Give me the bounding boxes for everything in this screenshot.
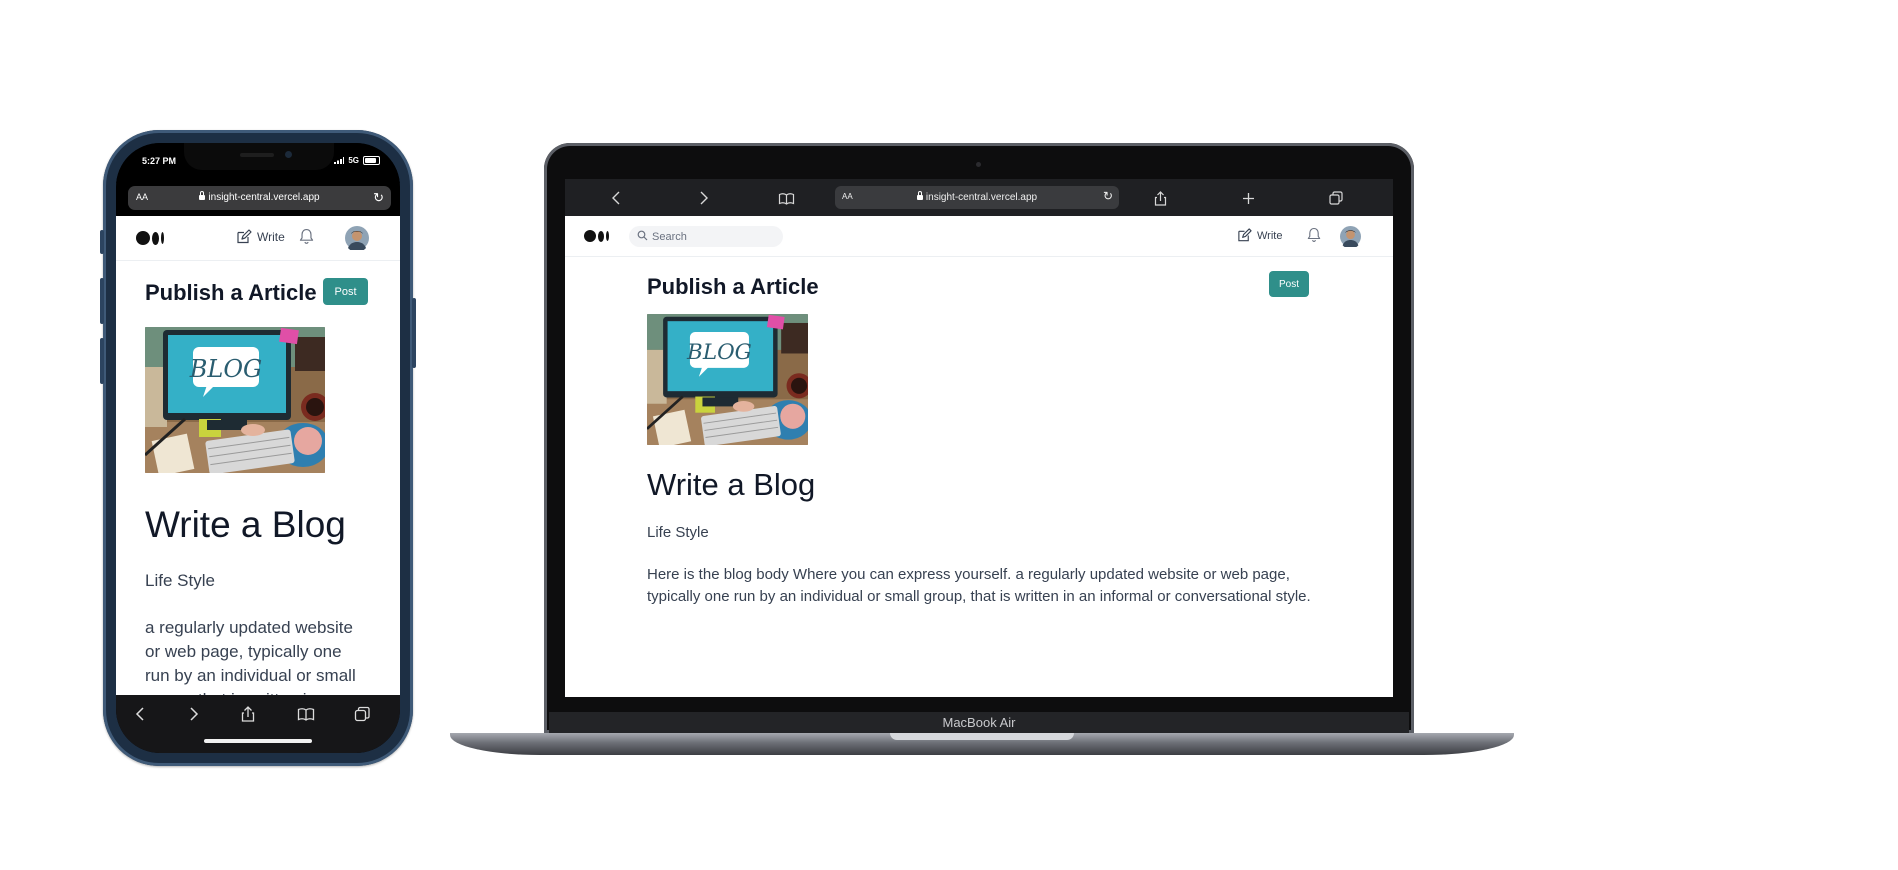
blog-title[interactable]: Write a Blog (145, 504, 346, 546)
medium-logo-icon[interactable] (584, 230, 609, 242)
status-time: 5:27 PM (142, 156, 177, 166)
page-title: Publish a Article (145, 280, 317, 305)
laptop-chin: MacBook Air (549, 712, 1409, 733)
search-icon (637, 230, 648, 241)
back-icon[interactable] (130, 704, 150, 724)
avatar[interactable] (1340, 226, 1361, 247)
write-icon (236, 229, 252, 245)
reload-icon[interactable]: ↻ (1103, 189, 1113, 203)
url-display[interactable]: insight-central.vercel.app (128, 191, 391, 203)
lock-icon (916, 191, 923, 200)
home-indicator (204, 739, 312, 743)
search-placeholder: Search (652, 231, 687, 243)
blog-category[interactable]: Life Style (145, 571, 215, 591)
webcam (976, 162, 981, 167)
url-text: insight-central.vercel.app (925, 192, 1038, 203)
new-tab-icon[interactable] (1237, 187, 1259, 209)
laptop-screen: AA insight-central.vercel.app ↻ Search W (565, 179, 1393, 697)
bell-icon[interactable] (1306, 227, 1322, 243)
web-page: Write Publish a Article Post Write a Blo… (116, 216, 400, 695)
blog-body[interactable]: Here is the blog body Where you can expr… (647, 564, 1312, 607)
write-label: Write (1257, 229, 1283, 242)
blog-cover-image (145, 327, 325, 473)
laptop-brand-label: MacBook Air (942, 715, 1016, 730)
safari-toolbar (116, 695, 400, 753)
bookmarks-icon[interactable] (296, 704, 316, 724)
safari-toolbar: AA insight-central.vercel.app ↻ (565, 179, 1393, 216)
speaker (240, 153, 274, 157)
post-button[interactable]: Post (323, 278, 368, 305)
lid-opening-notch (890, 733, 1074, 740)
blog-title[interactable]: Write a Blog (647, 467, 815, 503)
tabs-icon[interactable] (352, 704, 372, 724)
volume-up-button (100, 278, 104, 324)
write-icon (1237, 228, 1252, 243)
address-bar[interactable]: AA insight-central.vercel.app ↻ (128, 186, 391, 210)
blog-category[interactable]: Life Style (647, 524, 709, 541)
back-icon[interactable] (605, 187, 627, 209)
url-text: insight-central.vercel.app (208, 192, 320, 203)
search-input[interactable]: Search (629, 226, 783, 247)
battery-icon (363, 156, 380, 165)
reload-icon[interactable]: ↻ (373, 190, 384, 206)
bookmarks-icon[interactable] (775, 187, 797, 209)
write-button[interactable]: Write (1237, 228, 1282, 243)
forward-icon[interactable] (184, 704, 204, 724)
top-navbar: Write (116, 216, 400, 261)
forward-icon[interactable] (693, 187, 715, 209)
blog-body[interactable]: a regularly updated website or web page,… (145, 616, 370, 695)
status-bar: 5:27 PM 5G (116, 143, 400, 183)
network-label: 5G (348, 156, 359, 165)
iphone-mockup: 5:27 PM 5G AA insight-central.vercel.app… (100, 130, 416, 766)
bell-icon[interactable] (298, 228, 315, 245)
power-button (412, 298, 416, 368)
page-title: Publish a Article (647, 274, 819, 299)
macbook-mockup: AA insight-central.vercel.app ↻ Search W (544, 143, 1414, 733)
notch (184, 143, 334, 170)
share-icon[interactable] (1149, 187, 1171, 209)
blog-cover-image (647, 314, 808, 445)
medium-logo-icon[interactable] (136, 231, 164, 245)
tabs-icon[interactable] (1325, 187, 1347, 209)
share-icon[interactable] (238, 704, 258, 724)
mute-switch (100, 230, 104, 254)
url-display[interactable]: insight-central.vercel.app (835, 191, 1119, 203)
address-bar[interactable]: AA insight-central.vercel.app ↻ (835, 186, 1119, 209)
write-label: Write (257, 230, 285, 244)
phone-screen: 5:27 PM 5G AA insight-central.vercel.app… (116, 143, 400, 753)
laptop-base (450, 733, 1514, 755)
signal-icon (334, 157, 345, 164)
front-camera (285, 151, 292, 158)
status-indicators: 5G (334, 156, 380, 165)
top-navbar: Search Write (565, 216, 1393, 257)
volume-down-button (100, 338, 104, 384)
post-button[interactable]: Post (1269, 271, 1309, 297)
lock-icon (199, 191, 206, 200)
avatar[interactable] (345, 226, 369, 250)
write-button[interactable]: Write (236, 229, 285, 245)
